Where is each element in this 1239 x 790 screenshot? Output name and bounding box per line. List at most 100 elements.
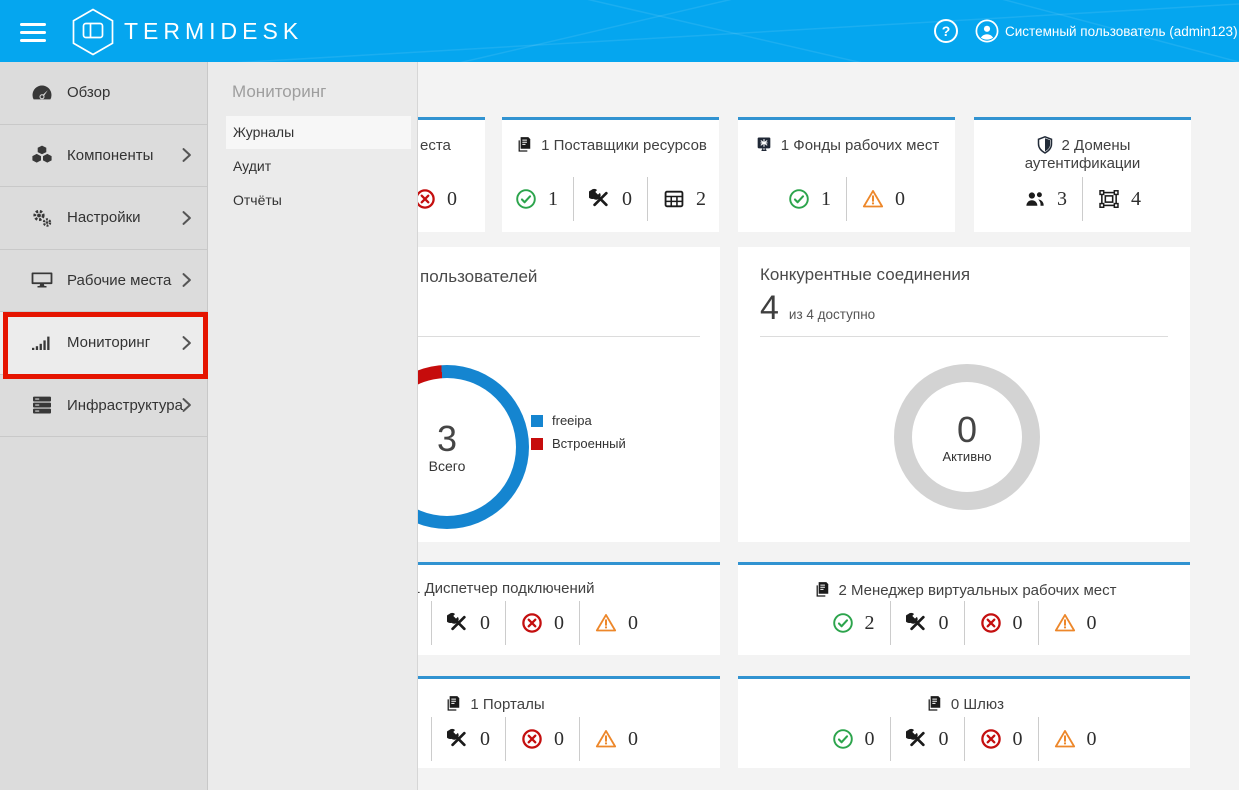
divider (760, 336, 1168, 337)
sidebar-item-label: Инфраструктура (67, 396, 183, 414)
maintenance-stat: 0 (905, 612, 949, 635)
warning-triangle-icon (862, 189, 884, 208)
warning-triangle-icon (595, 729, 617, 748)
object-group-icon (1099, 189, 1119, 209)
chevron-right-icon (182, 273, 191, 288)
maintenance-stat: 0 (589, 188, 632, 211)
warning-stat: 0 (1054, 728, 1097, 751)
card-title: 1 Поставщики ресурсов (502, 135, 719, 155)
donut-total-label: Всего (428, 458, 466, 474)
card-vdi-manager[interactable]: 2 Менеджер виртуальных рабочих мест 2 0 … (738, 562, 1190, 655)
chevron-right-icon (182, 335, 191, 350)
legend-item: Встроенный (531, 436, 626, 451)
card-title: Конкурентные соединения (760, 265, 971, 284)
card-title: 2 Домены аутентификации (1024, 136, 1141, 172)
terminal-icon (756, 136, 771, 152)
error-stat: 0 (521, 728, 564, 751)
brand-title: TERMIDESK (124, 18, 304, 44)
journal-icon (447, 696, 460, 711)
legend-swatch-red (531, 437, 543, 450)
chevron-right-icon (182, 210, 191, 225)
journal-icon (816, 582, 828, 597)
warning-triangle-icon (595, 613, 617, 632)
chevron-right-icon (182, 148, 191, 163)
sidebar-item-settings[interactable]: Настройки (0, 187, 207, 250)
card-concurrent-connections[interactable]: Конкурентные соединения 4 из 4 доступно … (738, 247, 1190, 542)
warning-stat: 0 (862, 188, 905, 211)
donut-legend: freeipa Встроенный (531, 413, 626, 451)
sidebar-item-monitoring[interactable]: Мониторинг (0, 312, 207, 375)
sidebar-item-overview[interactable]: Обзор (0, 62, 207, 125)
sidebar-item-label: Компоненты (67, 146, 154, 164)
journal-icon (518, 137, 531, 152)
error-stat: 0 (980, 612, 1023, 635)
card-stats: 3 4 (974, 177, 1191, 221)
check-circle-icon (516, 189, 536, 209)
shield-icon (1037, 136, 1052, 154)
card-title: 0 Шлюз (738, 694, 1190, 714)
available-note: из 4 доступно (788, 307, 876, 322)
card-auth-domains[interactable]: 2 Домены аутентификации 3 4 (974, 117, 1191, 232)
stats-fragment: 0 (414, 177, 457, 221)
sidebar-item-components[interactable]: Компоненты (0, 125, 207, 187)
card-resource-providers[interactable]: 1 Поставщики ресурсов 1 0 2 (502, 117, 719, 232)
journal-icon (928, 696, 941, 711)
sidebar-item-label: Рабочие места (67, 271, 172, 289)
legend-swatch-blue (531, 414, 543, 427)
maintenance-stat: 0 (447, 612, 490, 635)
sidebar-item-infrastructure[interactable]: Инфраструктура (0, 375, 207, 437)
card-title: 2 Менеджер виртуальных рабочих мест (738, 580, 1190, 600)
card-title-fragment: пользователей (420, 267, 538, 286)
flyout-item-journals[interactable]: Журналы (226, 116, 411, 149)
card-title-fragment: еста (420, 137, 451, 154)
card-title: 1 Фонды рабочих мест (738, 135, 955, 155)
card-workplace-pools[interactable]: 1 Фонды рабочих мест 1 0 (738, 117, 955, 232)
tools-icon (589, 188, 609, 207)
error-stat: 0 (980, 728, 1023, 751)
chevron-right-icon (182, 398, 191, 413)
ok-stat: 2 (832, 612, 875, 635)
sidebar-item-workplaces[interactable]: Рабочие места (0, 250, 207, 312)
available-row: 4 из 4 доступно (760, 289, 875, 328)
error-stat: 0 (414, 188, 457, 211)
check-circle-icon (789, 189, 809, 209)
tools-icon (447, 728, 467, 747)
desktop-icon (31, 272, 53, 288)
warning-stat: 0 (595, 728, 638, 751)
user-menu[interactable]: Системный пользователь (admin123) (975, 19, 1239, 43)
maintenance-stat: 0 (905, 728, 949, 751)
available-count: 4 (760, 289, 779, 327)
users-icon (1026, 192, 1044, 206)
maintenance-stat: 0 (447, 728, 490, 751)
groups-stat: 4 (1098, 188, 1141, 211)
card-stats: 0 0 0 0 (738, 717, 1190, 761)
termidesk-logo-icon (72, 8, 114, 56)
help-button[interactable]: ? (934, 19, 958, 43)
error-circle-icon (522, 729, 542, 749)
ok-stat: 1 (788, 188, 831, 211)
card-title-fragment: 1 Диспетчер подключений (412, 580, 595, 597)
chart-bars-icon (32, 336, 50, 350)
sidebar-item-label: Мониторинг (67, 334, 151, 352)
gears-icon (33, 209, 52, 227)
check-circle-icon (832, 729, 853, 749)
flyout-item-audit[interactable]: Аудит (226, 150, 411, 183)
active-connections-gauge: 0 Активно (894, 364, 1040, 510)
pools-stat: 2 (663, 188, 706, 211)
avatar-icon (975, 19, 999, 43)
tools-icon (447, 612, 467, 631)
table-icon (664, 190, 684, 208)
tools-icon (905, 728, 925, 747)
warning-stat: 0 (1054, 612, 1097, 635)
flyout-menu: Мониторинг Журналы Аудит Отчёты (208, 62, 418, 790)
stats-fragment: 0 0 0 (431, 601, 638, 645)
card-stats: 2 0 0 0 (738, 601, 1190, 645)
card-gateway[interactable]: 0 Шлюз 0 0 0 0 (738, 676, 1190, 768)
error-circle-icon (522, 613, 542, 633)
stats-fragment: 0 0 0 (431, 717, 638, 761)
flyout-item-reports[interactable]: Отчёты (226, 184, 411, 217)
menu-toggle-icon[interactable] (20, 23, 46, 46)
card-stats: 1 0 (738, 177, 955, 221)
ok-stat: 0 (832, 728, 875, 751)
donut-total: 3 (436, 418, 458, 459)
